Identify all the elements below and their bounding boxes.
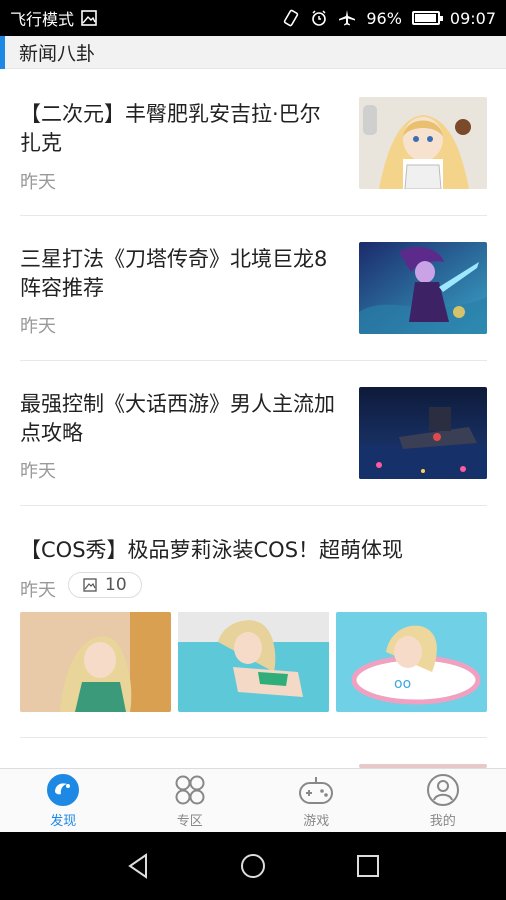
airplane-icon [339,10,356,26]
status-bar: 飞行模式 96% 09:07 [0,0,506,36]
news-time: 昨天 [20,580,56,601]
gallery-image[interactable]: oo [336,612,487,712]
tab-label: 专区 [176,813,203,829]
battery-percent: 96% [366,8,402,28]
tab-label: 发现 [50,813,77,829]
news-thumbnail [359,242,487,334]
home-icon[interactable] [239,852,267,880]
news-time: 昨天 [20,316,56,337]
bottom-tab-bar: 发现 专区 游戏 我的 [0,768,506,832]
image-count: 10 [105,575,127,595]
tab-discover[interactable]: 发现 [0,769,127,832]
section-title: 新闻八卦 [19,42,96,65]
news-title: 最强控制《大话西游》男人主流加点攻略 [20,392,335,445]
news-time: 昨天 [20,461,56,482]
news-title: 【二次元】丰臀肥乳安吉拉·巴尔扎克 [20,102,321,155]
news-item[interactable] [20,738,487,768]
tab-label: 游戏 [303,813,330,829]
image-gallery: oo [20,612,487,712]
tab-profile[interactable]: 我的 [380,769,506,832]
news-item[interactable]: 最强控制《大话西游》男人主流加点攻略 昨天 [20,361,487,506]
news-title: 三星打法《刀塔传奇》北境巨龙8阵容推荐 [20,247,328,300]
recents-icon[interactable] [354,852,382,880]
grid-icon [175,775,205,804]
gamepad-icon [299,776,334,804]
system-nav-bar [0,832,506,900]
news-item[interactable]: 【二次元】丰臀肥乳安吉拉·巴尔扎克 昨天 [20,69,487,216]
news-item[interactable]: 三星打法《刀塔传奇》北境巨龙8阵容推荐 昨天 [20,216,487,361]
news-thumbnail [359,387,487,479]
tab-zone[interactable]: 专区 [127,769,254,832]
discover-icon [47,773,80,806]
news-title: 【COS秀】极品萝莉泳装COS！超萌体现 [20,538,404,562]
airplane-mode-label: 飞行模式 [10,10,75,29]
image-count-badge: 10 [68,572,142,598]
news-item[interactable]: 【COS秀】极品萝莉泳装COS！超萌体现 昨天 10 oo [20,506,487,738]
clock: 09:07 [449,8,496,28]
section-accent-bar [0,35,5,69]
rotation-lock-icon [284,9,299,27]
picture-icon [83,578,97,592]
battery-icon [411,11,443,25]
news-time: 昨天 [20,172,56,193]
gallery-image[interactable] [178,612,329,712]
alarm-icon [312,10,327,26]
tab-label: 我的 [429,813,456,829]
svg-text:oo: oo [394,676,411,692]
back-icon[interactable] [124,852,152,880]
section-header: 新闻八卦 [0,35,506,69]
news-thumbnail [359,97,487,189]
profile-icon [426,773,459,806]
gallery-image[interactable] [20,612,171,712]
tab-games[interactable]: 游戏 [253,769,380,832]
image-icon [81,10,97,26]
